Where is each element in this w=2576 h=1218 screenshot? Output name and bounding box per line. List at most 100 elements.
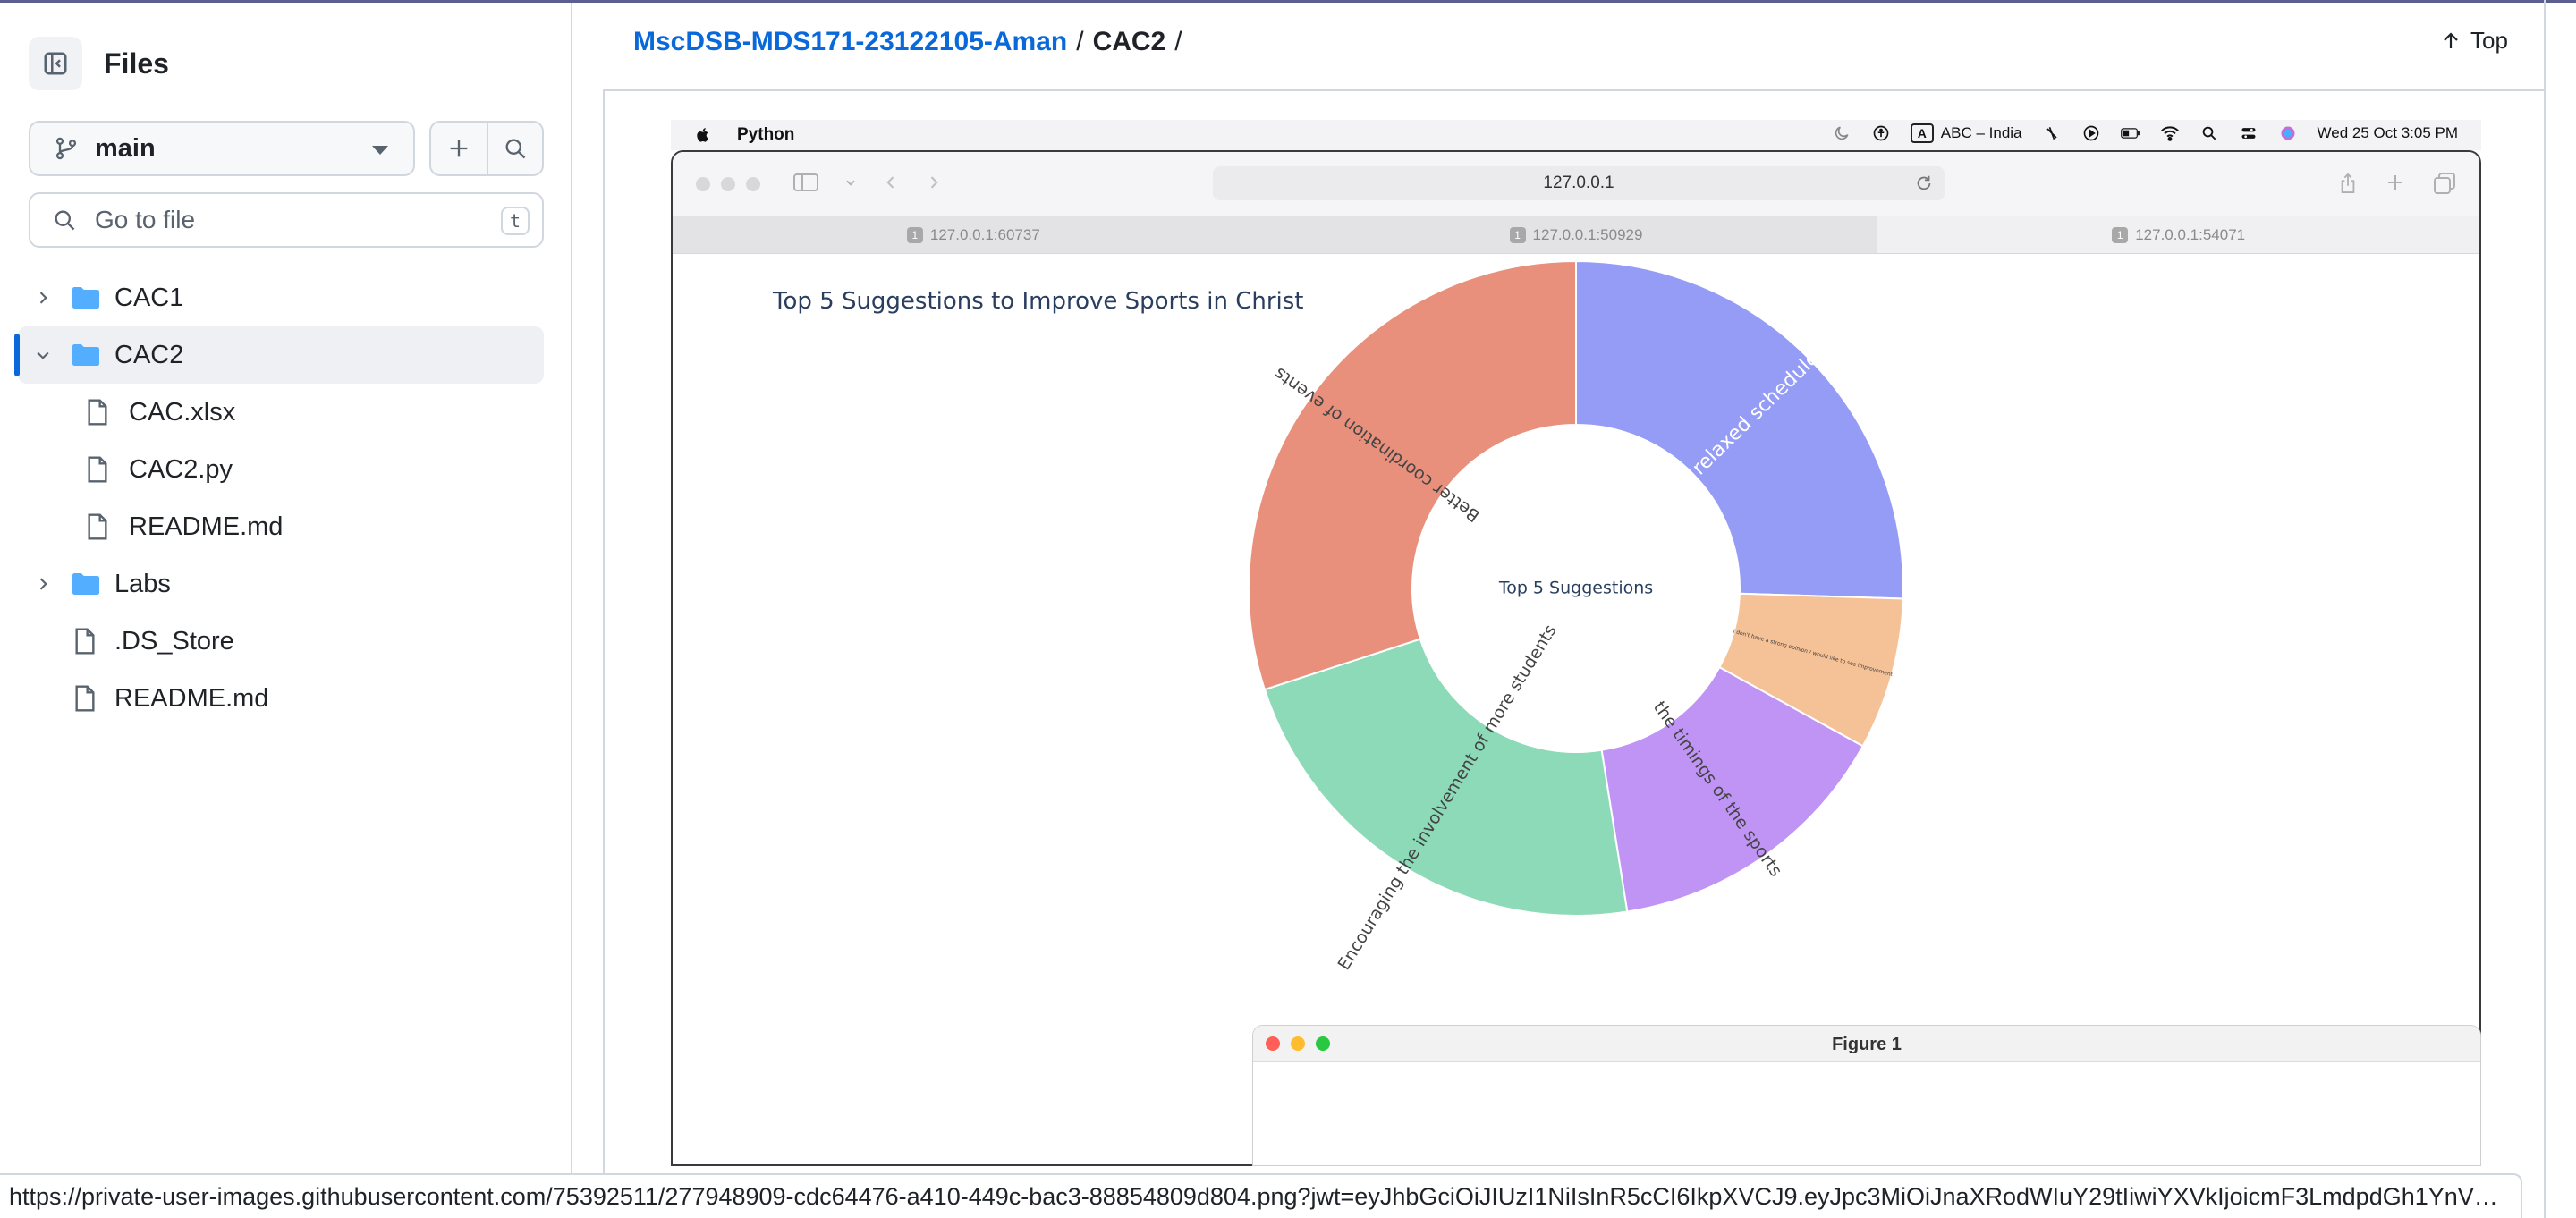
breadcrumb-repo-link[interactable]: MscDSB-MDS171-23122105-Aman <box>633 27 1067 57</box>
content-frame-border <box>2544 0 2546 1218</box>
tree-item-cac1[interactable]: CAC1 <box>0 269 572 326</box>
apple-logo-icon <box>694 125 712 150</box>
tree-item-readme-root[interactable]: README.md <box>0 670 572 727</box>
sidebar-title: Files <box>104 47 169 80</box>
status-url-text: https://private-user-images.githubuserco… <box>9 1182 2504 1210</box>
go-to-file-placeholder: Go to file <box>95 206 196 233</box>
collapse-sidebar-button[interactable] <box>29 37 82 90</box>
tree-item-cac-xlsx[interactable]: CAC.xlsx <box>0 384 572 441</box>
file-icon <box>84 455 111 484</box>
tab-number-badge: 1 <box>906 226 923 243</box>
chevron-down-icon[interactable] <box>32 344 54 366</box>
breadcrumb: MscDSB-MDS171-23122105-Aman / CAC2 / <box>633 27 1191 57</box>
folder-icon <box>70 282 102 314</box>
minimize-window-dot <box>721 177 735 191</box>
breadcrumb-current-dir: CAC2 <box>1092 27 1166 56</box>
input-source-menu: A ABC – India <box>1910 123 2022 143</box>
back-to-top-button[interactable]: Top <box>2440 27 2508 55</box>
content-frame-border <box>603 89 605 1218</box>
add-file-button[interactable] <box>431 123 487 174</box>
tree-item-labs[interactable]: Labs <box>0 555 572 613</box>
new-tab-icon <box>2388 175 2402 190</box>
plus-icon <box>450 140 468 157</box>
window-controls <box>696 177 760 191</box>
search-icon <box>505 139 526 159</box>
browser-tab: 1 127.0.0.1:50929 <box>1275 216 1878 253</box>
tree-item-label: .DS_Store <box>114 627 234 656</box>
sidebar-toggle-icon <box>793 173 818 191</box>
breadcrumb-separator: / <box>1076 27 1084 56</box>
macos-menubar: Python A ABC – India Wed 25 Oct 3:05 PM <box>671 120 2481 150</box>
control-center-icon <box>2239 123 2258 143</box>
tree-item-cac2[interactable]: CAC2 <box>14 326 544 384</box>
tree-item-label: README.md <box>114 684 269 713</box>
active-item-marker <box>14 334 20 376</box>
zoom-window-dot <box>746 177 760 191</box>
tree-item-label: CAC1 <box>114 283 184 312</box>
file-tree: CAC1 CAC2 CAC.xlsx CAC2.py README.md Lab… <box>0 269 572 727</box>
file-actions-group <box>429 121 544 176</box>
go-to-file-input[interactable]: Go to file t <box>29 192 544 248</box>
branch-name: main <box>95 133 156 163</box>
donut-slice[interactable] <box>1263 638 1629 917</box>
close-window-dot <box>696 177 710 191</box>
tree-item-readme-cac2[interactable]: README.md <box>0 498 572 555</box>
tree-item-cac2-py[interactable]: CAC2.py <box>0 441 572 498</box>
siri-icon <box>2278 123 2298 143</box>
branch-selector[interactable]: main <box>29 121 415 176</box>
breadcrumb-separator: / <box>1174 27 1182 56</box>
figure-window-title: Figure 1 <box>1832 1035 1902 1054</box>
folder-open-icon <box>70 339 102 371</box>
tab-label: 127.0.0.1:50929 <box>1532 225 1643 243</box>
file-icon <box>72 684 98 713</box>
browser-window: 127.0.0.1 1 127.0.0.1:60737 1 127.0.0.1:50… <box>671 150 2481 1166</box>
embedded-screenshot-image[interactable]: Python A ABC – India Wed 25 Oct 3:05 PM <box>671 120 2481 1166</box>
tree-item-ds-store[interactable]: .DS_Store <box>0 613 572 670</box>
tree-item-label: Labs <box>114 570 171 598</box>
chevron-right-icon[interactable] <box>32 287 54 309</box>
wifi-icon <box>2160 123 2180 143</box>
file-icon <box>84 398 111 427</box>
play-icon <box>2081 123 2101 143</box>
chevron-right-icon[interactable] <box>32 573 54 595</box>
browser-tab: 1 127.0.0.1:54071 <box>1877 216 2479 253</box>
file-tree-sidebar: Files main Go to file t CAC1 CAC2 CAC.xl… <box>0 3 572 1218</box>
browser-toolbar: 127.0.0.1 <box>673 152 2479 216</box>
tab-label: 127.0.0.1:54071 <box>2135 225 2246 243</box>
mute-icon <box>2042 123 2062 143</box>
tree-item-label: CAC2.py <box>129 455 233 484</box>
header-divider <box>603 89 2546 91</box>
back-to-top-label: Top <box>2470 27 2508 54</box>
toolbar-actions <box>2338 172 2456 195</box>
browser-tab: 1 127.0.0.1:60737 <box>673 216 1275 253</box>
back-arrow-icon <box>886 176 894 189</box>
browser-tab-strip: 1 127.0.0.1:60737 1 127.0.0.1:50929 1 127.0… <box>673 216 2479 254</box>
chevron-down-icon <box>372 146 388 155</box>
git-branch-icon <box>55 137 77 160</box>
matplotlib-figure-window: Figure 1 <box>1252 1025 2481 1166</box>
link-hover-status-bar: https://private-user-images.githubuserco… <box>0 1173 2522 1218</box>
tree-item-label: CAC2 <box>114 341 184 369</box>
keyboard-shortcut-badge: t <box>501 207 530 235</box>
toolbar-nav <box>792 172 943 193</box>
tab-label: 127.0.0.1:60737 <box>929 225 1040 243</box>
battery-icon <box>2120 123 2140 143</box>
chevron-down-icon <box>846 180 855 186</box>
search-button[interactable] <box>486 123 542 174</box>
file-icon <box>84 512 111 541</box>
search-icon <box>55 210 75 231</box>
tab-overview-icon <box>2434 173 2455 194</box>
share-icon <box>2341 173 2355 193</box>
folder-icon <box>70 568 102 600</box>
menubar-status-area: A ABC – India Wed 25 Oct 3:05 PM <box>1832 123 2458 143</box>
moon-icon <box>1832 123 1852 143</box>
menubar-clock: Wed 25 Oct 3:05 PM <box>2317 124 2458 141</box>
address-bar: 127.0.0.1 <box>1213 166 1945 200</box>
input-source-label: ABC – India <box>1940 124 2022 141</box>
input-source-badge: A <box>1910 123 1934 143</box>
address-bar-text: 127.0.0.1 <box>1543 173 1614 192</box>
accessibility-icon <box>1871 123 1891 143</box>
donut-center-label: Top 5 Suggestions <box>1498 579 1653 598</box>
tree-item-label: CAC.xlsx <box>129 398 236 427</box>
forward-arrow-icon <box>930 176 938 189</box>
